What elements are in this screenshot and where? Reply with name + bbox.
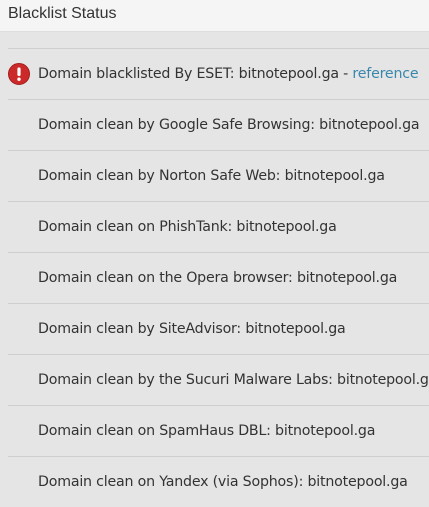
list-item-text: Domain clean on the Opera browser: bitno… (38, 270, 398, 286)
blacklist-status-panel: Blacklist Status Domain blacklisted By E… (0, 0, 429, 506)
list-item-norton-safe-web: Domain clean by Norton Safe Web: bitnote… (8, 150, 429, 201)
list-item-text: Domain clean on SpamHaus DBL: bitnotepoo… (38, 423, 376, 439)
list-item-text: Domain clean on PhishTank: bitnotepool.g… (38, 219, 337, 235)
list-item-google-safe-browsing: Domain clean by Google Safe Browsing: bi… (8, 99, 429, 150)
list-item-text: Domain clean by Norton Safe Web: bitnote… (38, 168, 385, 184)
link-separator: - (338, 66, 353, 82)
list-item-text: Domain clean by the Sucuri Malware Labs:… (38, 372, 429, 388)
list-item-text: Domain clean on Yandex (via Sophos): bit… (38, 474, 408, 490)
panel-title: Blacklist Status (0, 0, 429, 32)
list-item-yandex: Domain clean on Yandex (via Sophos): bit… (8, 456, 429, 507)
list-item-text: Domain blacklisted By ESET: bitnotepool.… (38, 66, 339, 82)
exclamation-circle-icon (8, 63, 30, 85)
list-item-siteadvisor: Domain clean by SiteAdvisor: bitnotepool… (8, 303, 429, 354)
list-item-opera: Domain clean on the Opera browser: bitno… (8, 252, 429, 303)
list-item-spamhaus: Domain clean on SpamHaus DBL: bitnotepoo… (8, 405, 429, 456)
list-item-phishtank: Domain clean on PhishTank: bitnotepool.g… (8, 201, 429, 252)
reference-link[interactable]: reference (352, 66, 418, 82)
blacklist-list: Domain blacklisted By ESET: bitnotepool.… (0, 48, 429, 507)
list-item-text: Domain clean by SiteAdvisor: bitnotepool… (38, 321, 346, 337)
list-item-eset: Domain blacklisted By ESET: bitnotepool.… (8, 48, 429, 99)
list-item-text: Domain clean by Google Safe Browsing: bi… (38, 117, 420, 133)
list-item-sucuri: Domain clean by the Sucuri Malware Labs:… (8, 354, 429, 405)
